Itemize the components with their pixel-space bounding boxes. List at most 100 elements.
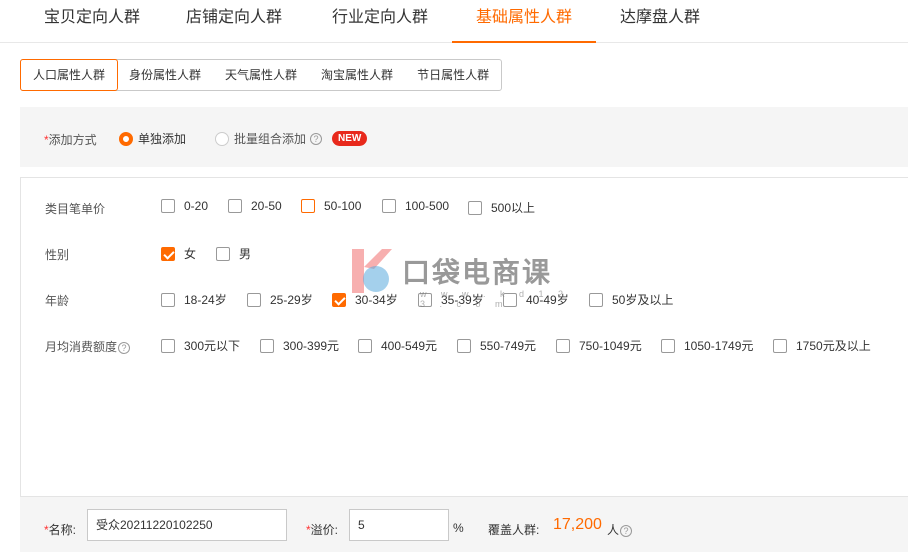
radio-single-add-label: 单独添加 (138, 132, 187, 146)
tab-basic-attribute-crowd[interactable]: 基础属性人群 (452, 0, 596, 43)
price-option-0-20[interactable]: 0-20 (161, 199, 208, 213)
checkbox[interactable] (161, 199, 175, 213)
checkbox[interactable] (773, 338, 787, 353)
coverage-value: 17,200 (553, 516, 602, 533)
option-label: 25-29岁 (270, 293, 313, 307)
spend-option-300-399[interactable]: 300-399元 (260, 337, 339, 354)
price-option-500-plus[interactable]: 500以上 (468, 199, 535, 216)
checkbox[interactable] (556, 338, 570, 353)
option-label: 300-399元 (283, 339, 340, 353)
age-option-30-34[interactable]: 30-34岁 (332, 291, 398, 308)
checkbox[interactable] (468, 200, 482, 215)
option-label: 0-20 (184, 199, 209, 213)
new-badge: NEW (332, 131, 368, 146)
checkbox[interactable] (161, 338, 175, 353)
checkbox[interactable] (301, 199, 315, 213)
coverage-label: 覆盖人群: (488, 523, 540, 537)
option-label: 1750元及以上 (796, 339, 871, 353)
coverage-unit-wrap: 人? (607, 521, 633, 538)
option-label: 1050-1749元 (684, 339, 754, 353)
add-method-text: 添加方式 (48, 133, 97, 147)
add-method-row: *添加方式 单独添加 批量组合添加 ? NEW (20, 107, 908, 167)
tab-industry-crowd[interactable]: 行业定向人群 (318, 0, 442, 43)
monthly-spend-text: 月均消费额度 (45, 340, 118, 354)
premium-unit: % (453, 521, 464, 535)
radio-single-add[interactable]: 单独添加 (119, 130, 186, 147)
tab-store-crowd[interactable]: 店铺定向人群 (172, 0, 296, 43)
age-option-50-plus[interactable]: 50岁及以上 (589, 291, 673, 308)
checkbox[interactable] (457, 338, 471, 353)
checkbox[interactable] (358, 338, 372, 353)
subtab-taobao[interactable]: 淘宝属性人群 (309, 60, 405, 90)
checkbox-checked[interactable] (332, 292, 346, 307)
crowd-type-tabs: 宝贝定向人群 店铺定向人群 行业定向人群 基础属性人群 达摩盘人群 (0, 0, 908, 43)
checkbox[interactable] (382, 199, 396, 213)
spend-option-1750-plus[interactable]: 1750元及以上 (773, 337, 871, 354)
monthly-spend-row: 月均消费额度? 300元以下 300-399元 400-549元 550-749… (21, 334, 908, 358)
option-label: 550-749元 (480, 339, 537, 353)
gender-row: 性别 女 男 (21, 242, 908, 266)
option-label: 35-39岁 (441, 293, 484, 307)
checkbox[interactable] (247, 292, 261, 307)
radio-dot-selected (119, 131, 133, 146)
radio-batch-add-label: 批量组合添加 (234, 132, 307, 146)
tab-damopan-crowd[interactable]: 达摩盘人群 (606, 0, 714, 43)
price-option-50-100[interactable]: 50-100 (301, 199, 361, 213)
help-icon[interactable]: ? (620, 525, 633, 537)
subtab-holiday[interactable]: 节日属性人群 (405, 60, 501, 90)
name-label: *名称: (44, 521, 76, 538)
attribute-panel: 类目笔单价 0-20 20-50 50-100 100-500 500以上 性别… (20, 177, 908, 497)
checkbox[interactable] (260, 338, 274, 353)
spend-option-under-300[interactable]: 300元以下 (161, 337, 240, 354)
option-label: 300元以下 (184, 339, 241, 353)
checkbox[interactable] (228, 199, 242, 213)
premium-label-text: 溢价: (310, 523, 339, 537)
tab-item-crowd[interactable]: 宝贝定向人群 (30, 0, 154, 43)
spend-option-400-549[interactable]: 400-549元 (358, 337, 437, 354)
subtab-identity[interactable]: 身份属性人群 (117, 60, 213, 90)
premium-input[interactable]: 5 (349, 509, 449, 541)
age-option-25-29[interactable]: 25-29岁 (247, 291, 313, 308)
price-option-20-50[interactable]: 20-50 (228, 199, 282, 213)
age-option-35-39[interactable]: 35-39岁 (418, 291, 484, 308)
age-label: 年龄 (45, 294, 70, 308)
radio-dot-unselected (215, 131, 229, 146)
subtab-population[interactable]: 人口属性人群 (20, 59, 119, 91)
spend-option-750-1049[interactable]: 750-1049元 (556, 337, 642, 354)
option-label: 男 (239, 247, 252, 261)
checkbox[interactable] (661, 338, 675, 353)
checkbox[interactable] (503, 292, 517, 307)
option-label: 50岁及以上 (612, 293, 674, 307)
checkbox[interactable] (216, 246, 230, 261)
bottom-bar: *名称: 受众20211220102250 *溢价: 5 % 覆盖人群: 17,… (20, 497, 908, 552)
help-icon[interactable]: ? (310, 132, 323, 145)
help-icon[interactable]: ? (118, 342, 131, 354)
spend-option-550-749[interactable]: 550-749元 (457, 337, 536, 354)
checkbox[interactable] (589, 292, 603, 307)
age-row: 年龄 18-24岁 25-29岁 30-34岁 35-39岁 40-49岁 50… (21, 288, 908, 312)
option-label: 100-500 (405, 199, 450, 213)
spend-option-1050-1749[interactable]: 1050-1749元 (661, 337, 753, 354)
gender-label: 性别 (45, 248, 70, 262)
attribute-sub-tabs: 人口属性人群 身份属性人群 天气属性人群 淘宝属性人群 节日属性人群 (20, 59, 503, 91)
subtab-weather[interactable]: 天气属性人群 (213, 60, 309, 90)
age-option-18-24[interactable]: 18-24岁 (161, 291, 227, 308)
coverage-unit: 人 (607, 523, 620, 537)
age-option-40-49[interactable]: 40-49岁 (503, 291, 569, 308)
add-method-label: *添加方式 (44, 131, 97, 148)
option-label: 50-100 (324, 199, 362, 213)
checkbox-checked[interactable] (161, 246, 175, 261)
checkbox[interactable] (418, 292, 432, 307)
checkbox[interactable] (161, 292, 175, 307)
name-input[interactable]: 受众20211220102250 (87, 509, 287, 541)
gender-option-female[interactable]: 女 (161, 245, 196, 262)
option-label: 750-1049元 (579, 339, 642, 353)
option-label: 女 (184, 247, 197, 261)
price-option-100-500[interactable]: 100-500 (382, 199, 449, 213)
radio-batch-add[interactable]: 批量组合添加 ? NEW (215, 130, 368, 147)
option-label: 500以上 (491, 201, 536, 215)
option-label: 20-50 (251, 199, 282, 213)
price-label: 类目笔单价 (45, 202, 106, 216)
gender-option-male[interactable]: 男 (216, 245, 251, 262)
option-label: 40-49岁 (526, 293, 569, 307)
